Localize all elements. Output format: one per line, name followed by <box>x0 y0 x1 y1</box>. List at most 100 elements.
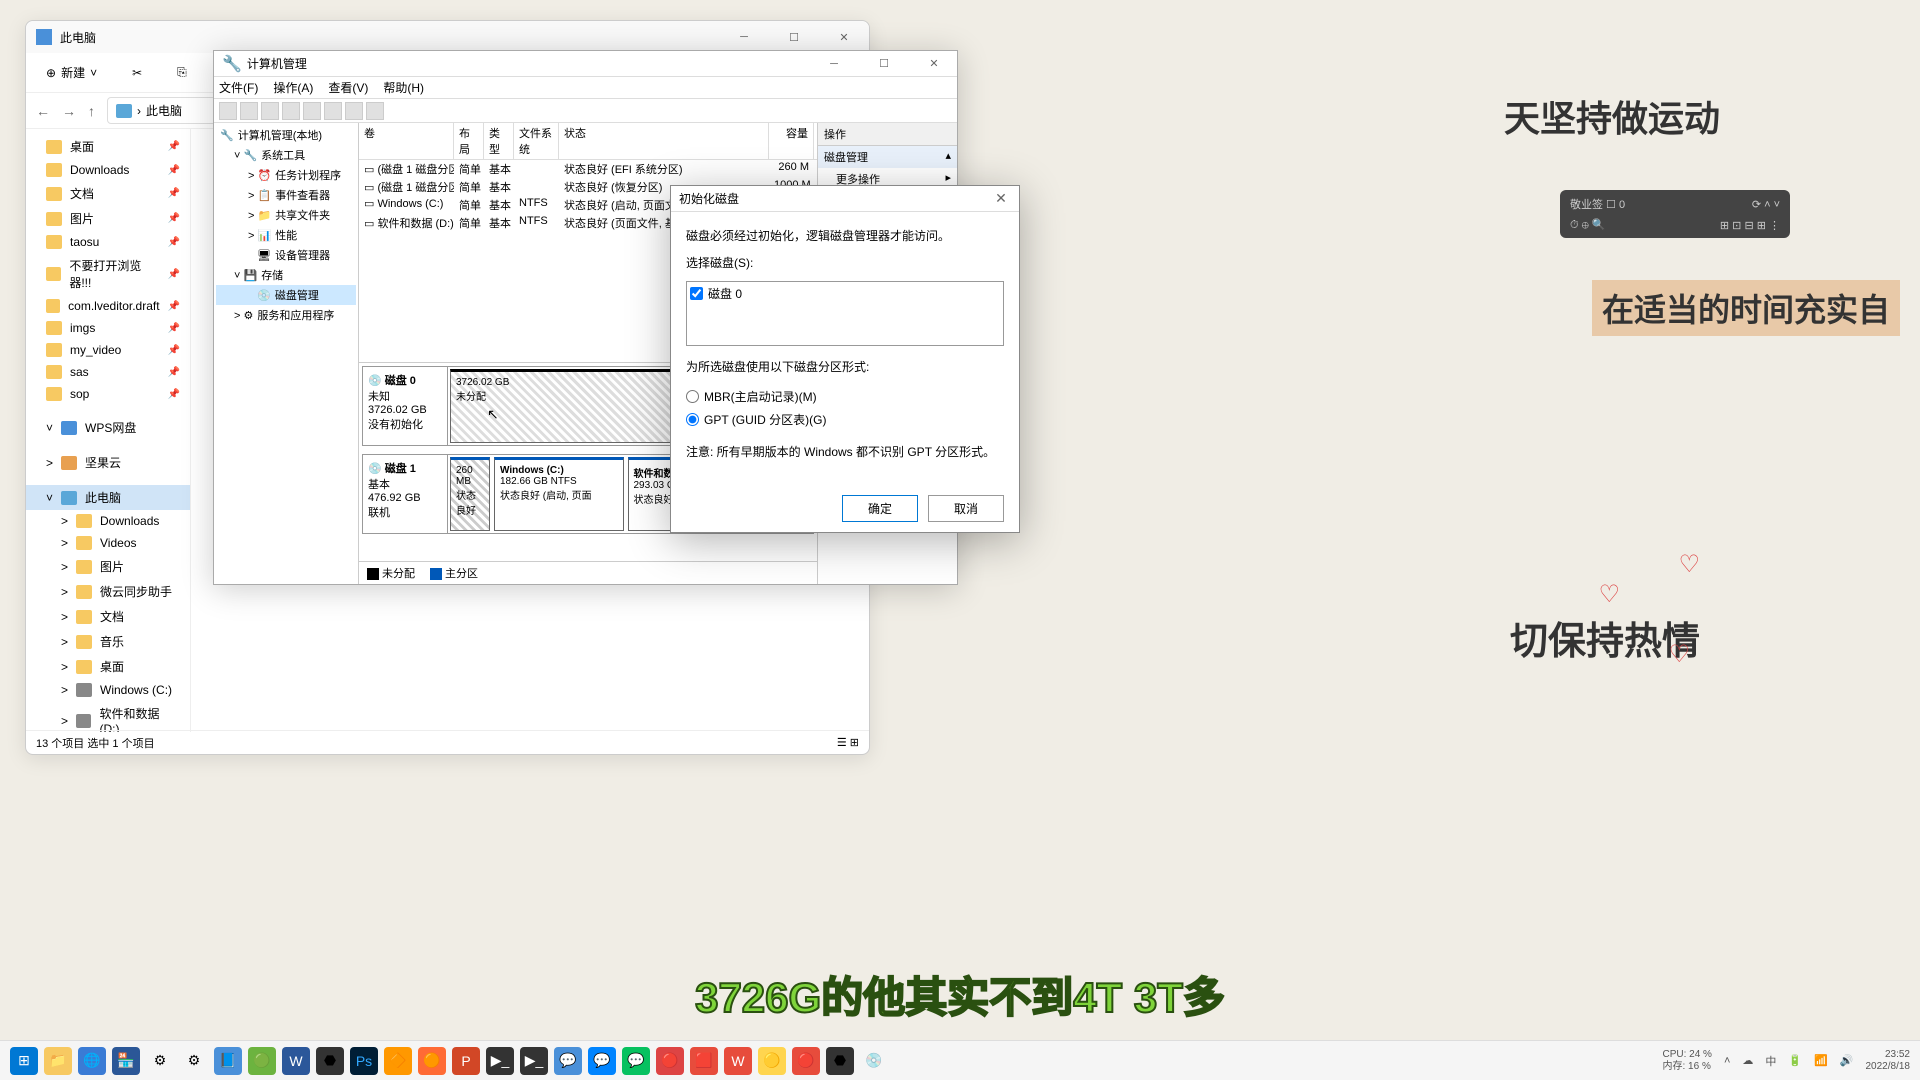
word-taskbar-icon[interactable]: W <box>282 1047 310 1075</box>
sticky-widget[interactable]: 敬业签 ☐ 0 ⟳ ˄ ˅ ⏱ ⊕ 🔍 ⊞ ⊡ ⊟ ⊞ ⋮ <box>1560 190 1790 238</box>
tree-services[interactable]: ˃ ⚙ 服务和应用程序 <box>216 305 356 325</box>
properties-icon[interactable] <box>303 102 321 120</box>
app-icon[interactable]: 🔴 <box>656 1047 684 1075</box>
sidebar-sas[interactable]: sas📌 <box>26 361 190 383</box>
back-button[interactable]: ← <box>36 103 50 119</box>
close-button[interactable]: ✕ <box>919 54 949 74</box>
col-status[interactable]: 状态 <box>559 123 769 159</box>
gpt-radio[interactable] <box>686 413 699 426</box>
back-icon[interactable] <box>219 102 237 120</box>
settings-taskbar-icon[interactable]: ⚙ <box>146 1047 174 1075</box>
widget-icons-right[interactable]: ⊞ ⊡ ⊟ ⊞ ⋮ <box>1720 219 1780 232</box>
tree-diskmgmt[interactable]: 💿 磁盘管理 <box>216 285 356 305</box>
dialog-titlebar[interactable]: 初始化磁盘 ✕ <box>671 186 1019 212</box>
breadcrumb-item[interactable]: 此电脑 <box>146 102 182 119</box>
menu-help[interactable]: 帮助(H) <box>383 79 424 96</box>
disk-list[interactable]: 磁盘 0 <box>686 281 1004 346</box>
sidebar-downloads[interactable]: Downloads📌 <box>26 159 190 181</box>
partition-c[interactable]: Windows (C:)182.66 GB NTFS状态良好 (启动, 页面 <box>494 457 624 531</box>
view-icon[interactable] <box>324 102 342 120</box>
app-icon[interactable]: 🟠 <box>418 1047 446 1075</box>
system-stats[interactable]: CPU: 24 % 内存: 16 % <box>1662 1049 1711 1073</box>
widget-icons[interactable]: ⏱ ⊕ 🔍 <box>1570 218 1606 232</box>
compmgmt-titlebar[interactable]: 🔧 计算机管理 ─ ☐ ✕ <box>214 51 957 77</box>
store-taskbar-icon[interactable]: 🏪 <box>112 1047 140 1075</box>
volume-row[interactable]: ▭ (磁盘 1 磁盘分区 1)简单基本状态良好 (EFI 系统分区)260 M <box>359 160 817 178</box>
app-icon[interactable]: 🟡 <box>758 1047 786 1075</box>
minimize-button[interactable]: ─ <box>819 54 849 74</box>
col-fs[interactable]: 文件系统 <box>514 123 559 159</box>
sidebar-wps[interactable]: ˅ WPS网盘 <box>26 415 190 440</box>
app-icon[interactable]: 🟢 <box>248 1047 276 1075</box>
onedrive-tray-icon[interactable]: ☁ <box>1742 1054 1753 1067</box>
sidebar-sub-docs[interactable]: ˃ 文档 <box>26 604 190 629</box>
up-button[interactable]: ↑ <box>88 103 95 119</box>
start-button[interactable]: ⊞ <box>10 1047 38 1075</box>
sidebar-imgs[interactable]: imgs📌 <box>26 317 190 339</box>
forward-button[interactable]: → <box>62 103 76 119</box>
widget-controls[interactable]: ⟳ ˄ ˅ <box>1752 198 1780 211</box>
app-icon[interactable]: 🔴 <box>792 1047 820 1075</box>
wifi-tray-icon[interactable]: 📶 <box>1814 1054 1828 1067</box>
app-icon[interactable]: 🟥 <box>690 1047 718 1075</box>
terminal-taskbar-icon[interactable]: ▶_ <box>520 1047 548 1075</box>
sidebar-sub-desktop[interactable]: ˃ 桌面 <box>26 654 190 679</box>
sidebar-sub-videos[interactable]: ˃ Videos <box>26 532 190 554</box>
app-icon[interactable]: 💬 <box>554 1047 582 1075</box>
sidebar-documents[interactable]: 文档📌 <box>26 181 190 206</box>
actions-diskmgmt[interactable]: 磁盘管理▴ <box>818 146 957 168</box>
sidebar-lveditor[interactable]: com.lveditor.draft📌 <box>26 295 190 317</box>
input-tray-icon[interactable]: 中 <box>1765 1053 1776 1069</box>
close-button[interactable]: ✕ <box>991 190 1011 207</box>
minimize-button[interactable]: ─ <box>729 27 759 47</box>
refresh-icon[interactable] <box>261 102 279 120</box>
app-icon[interactable]: ⬣ <box>316 1047 344 1075</box>
sidebar-desktop[interactable]: 桌面📌 <box>26 134 190 159</box>
col-layout[interactable]: 布局 <box>454 123 484 159</box>
battery-tray-icon[interactable]: 🔋 <box>1788 1054 1802 1067</box>
list-icon[interactable] <box>345 102 363 120</box>
mbr-radio-row[interactable]: MBR(主启动记录)(M) <box>686 385 1004 408</box>
terminal-taskbar-icon[interactable]: ▶_ <box>486 1047 514 1075</box>
col-volume[interactable]: 卷 <box>359 123 454 159</box>
tree-shared[interactable]: ˃ 📁 共享文件夹 <box>216 205 356 225</box>
disk-checkbox-row[interactable]: 磁盘 0 <box>690 285 1000 302</box>
tree-devmgr[interactable]: 🖥 设备管理器 <box>216 245 356 265</box>
cancel-button[interactable]: 取消 <box>928 495 1004 522</box>
sidebar-sop[interactable]: sop📌 <box>26 383 190 405</box>
sidebar-pictures[interactable]: 图片📌 <box>26 206 190 231</box>
cut-button[interactable]: ✂ <box>122 61 152 85</box>
col-capacity[interactable]: 容量 <box>769 123 814 159</box>
powerpoint-taskbar-icon[interactable]: P <box>452 1047 480 1075</box>
app-icon[interactable]: 💬 <box>588 1047 616 1075</box>
close-button[interactable]: ✕ <box>829 27 859 47</box>
tree-scheduler[interactable]: ˃ ⏰ 任务计划程序 <box>216 165 356 185</box>
copy-button[interactable]: ⎘ <box>167 60 197 85</box>
sidebar-sub-pictures[interactable]: ˃ 图片 <box>26 554 190 579</box>
maximize-button[interactable]: ☐ <box>779 27 809 47</box>
mbr-radio[interactable] <box>686 390 699 403</box>
wechat-taskbar-icon[interactable]: 💬 <box>622 1047 650 1075</box>
menu-file[interactable]: 文件(F) <box>219 79 258 96</box>
sidebar-sub-downloads[interactable]: ˃ Downloads <box>26 510 190 532</box>
new-button[interactable]: ⊕ 新建 ˅ <box>36 59 107 86</box>
sidebar-taosu[interactable]: taosu📌 <box>26 231 190 253</box>
volume-tray-icon[interactable]: 🔊 <box>1840 1054 1854 1067</box>
col-type[interactable]: 类型 <box>484 123 514 159</box>
sidebar-sub-weiyun[interactable]: ˃ 微云同步助手 <box>26 579 190 604</box>
help-icon[interactable] <box>282 102 300 120</box>
wps-taskbar-icon[interactable]: W <box>724 1047 752 1075</box>
menu-view[interactable]: 查看(V) <box>328 79 368 96</box>
sidebar-jianguo[interactable]: ˃ 坚果云 <box>26 450 190 475</box>
sidebar-sub-d[interactable]: ˃ 软件和数据 (D:) <box>26 701 190 732</box>
tree-perf[interactable]: ˃ 📊 性能 <box>216 225 356 245</box>
tree-root[interactable]: 🔧 计算机管理(本地) <box>216 125 356 145</box>
sidebar-this-pc[interactable]: ˅ 此电脑 <box>26 485 190 510</box>
app-icon[interactable]: ⬣ <box>826 1047 854 1075</box>
app-icon[interactable]: 🔶 <box>384 1047 412 1075</box>
app-icon[interactable]: ⚙ <box>180 1047 208 1075</box>
tree-systools[interactable]: ˅ 🔧 系统工具 <box>216 145 356 165</box>
sidebar-no-browser[interactable]: 不要打开浏览器!!!📌 <box>26 253 190 295</box>
explorer-taskbar-icon[interactable]: 📁 <box>44 1047 72 1075</box>
ok-button[interactable]: 确定 <box>842 495 918 522</box>
